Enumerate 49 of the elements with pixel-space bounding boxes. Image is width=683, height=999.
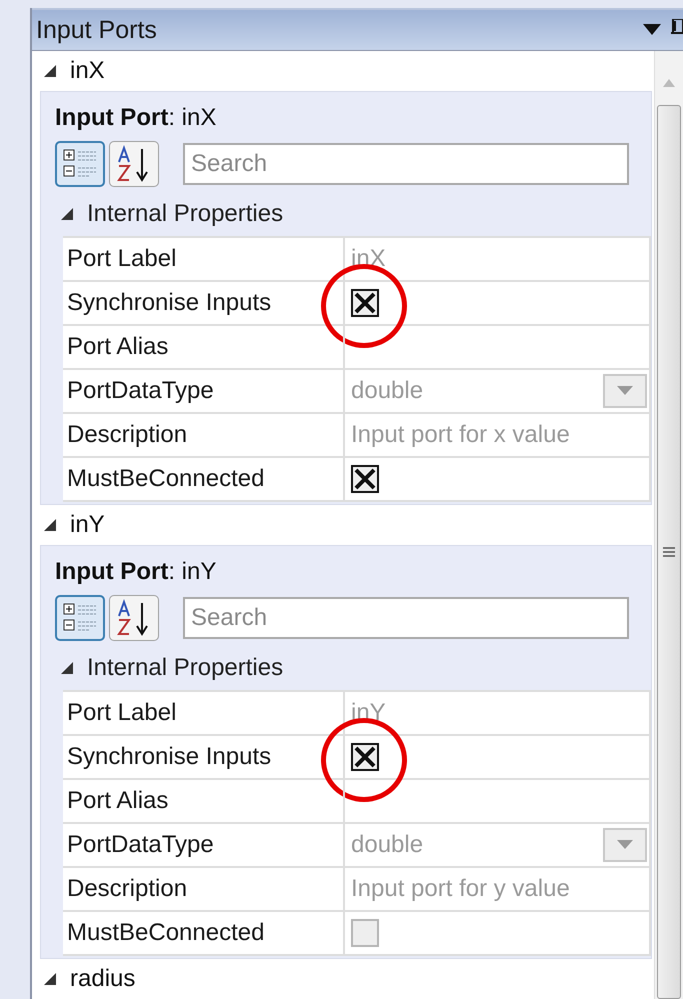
expand-arrow-icon (61, 662, 73, 674)
panel-title: Input Ports (36, 16, 157, 44)
value-text: double (351, 831, 424, 859)
cross-mark-icon (354, 468, 376, 490)
value-text: Input port for y value (351, 875, 570, 903)
expand-arrow-icon (44, 65, 56, 77)
search-field[interactable]: Search (183, 143, 629, 185)
checkbox[interactable] (351, 465, 379, 493)
port-expander[interactable]: inY (40, 505, 654, 545)
category-expander[interactable]: Internal Properties (55, 192, 651, 236)
cross-mark-icon (354, 746, 376, 768)
expand-arrow-icon (44, 519, 56, 531)
port-expander[interactable]: inX (40, 51, 654, 91)
expand-arrow-icon (44, 973, 56, 985)
checkbox[interactable] (351, 289, 379, 317)
port-expander[interactable]: radius (40, 959, 654, 999)
value-text: inY (351, 699, 386, 727)
property-label: Port Alias (63, 326, 345, 370)
property-label: Port Label (63, 238, 345, 282)
category-expander[interactable]: Internal Properties (55, 646, 651, 690)
port-heading: Input Port: inX (55, 104, 218, 132)
property-label: MustBeConnected (63, 912, 345, 956)
value-text: double (351, 377, 424, 405)
property-label: MustBeConnected (63, 458, 345, 502)
property-label: PortDataType (63, 370, 345, 414)
alphabetical-sort-button[interactable] (109, 595, 159, 641)
search-field[interactable]: Search (183, 597, 629, 639)
caret-icon (617, 386, 633, 396)
checkbox[interactable] (351, 743, 379, 771)
value-text: Input port for x value (351, 421, 570, 449)
property-label: Synchronise Inputs (63, 282, 345, 326)
property-label: Description (63, 414, 345, 458)
dropdown-icon[interactable] (643, 24, 661, 36)
scrollbar[interactable] (654, 51, 683, 999)
property-label: PortDataType (63, 824, 345, 868)
grip-icon (663, 546, 675, 558)
caret-icon (617, 840, 633, 850)
port-heading: Input Port: inY (55, 558, 218, 586)
alphabetical-sort-button[interactable] (109, 141, 159, 187)
scroll-thumb[interactable] (657, 105, 681, 999)
property-label: Synchronise Inputs (63, 736, 345, 780)
expand-arrow-icon (61, 208, 73, 220)
property-label: Description (63, 868, 345, 912)
cross-mark-icon (354, 292, 376, 314)
property-label: Port Label (63, 692, 345, 736)
categorized-button[interactable] (55, 595, 105, 641)
checkbox[interactable] (351, 919, 379, 947)
categorized-button[interactable] (55, 141, 105, 187)
property-label: Port Alias (63, 780, 345, 824)
